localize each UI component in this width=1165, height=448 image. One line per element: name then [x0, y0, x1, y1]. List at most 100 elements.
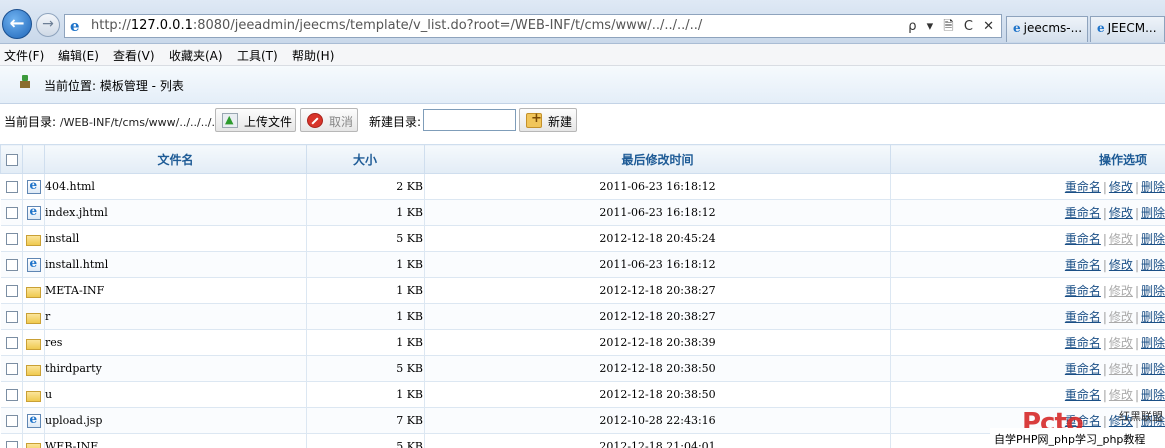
menu-edit[interactable]: 编辑(E): [58, 47, 99, 64]
row-checkbox[interactable]: [5, 415, 18, 427]
row-actions: 重命名|修改|删除: [890, 173, 1165, 200]
file-modified: 2012-12-18 20:38:27: [424, 303, 891, 330]
rename-link[interactable]: 重命名: [1065, 388, 1101, 402]
file-name: r: [44, 303, 307, 330]
edit-link[interactable]: 修改: [1109, 310, 1133, 324]
file-icon: [26, 178, 41, 194]
column-header-size[interactable]: 大小: [306, 144, 425, 174]
back-arrow-icon[interactable]: ←: [2, 9, 32, 39]
row-checkbox[interactable]: [5, 181, 18, 193]
cancel-button[interactable]: 取消: [300, 108, 358, 132]
row-icon-cell: [22, 329, 45, 356]
folder-icon: [26, 234, 41, 246]
rename-link[interactable]: 重命名: [1065, 180, 1101, 194]
column-header-modified[interactable]: 最后修改时间: [424, 144, 891, 174]
row-icon-cell: [22, 277, 45, 304]
menu-view[interactable]: 查看(V): [113, 47, 155, 64]
table-row[interactable]: index.jhtml1 KB2011-06-23 16:18:12重命名|修改…: [0, 199, 1165, 226]
row-checkbox[interactable]: [5, 285, 18, 297]
delete-link[interactable]: 删除: [1141, 180, 1165, 194]
rename-link[interactable]: 重命名: [1065, 336, 1101, 350]
edit-link[interactable]: 修改: [1109, 284, 1133, 298]
table-row[interactable]: r1 KB 2012-12-18 20:38:27 重命名 | 修改 | 删除: [0, 303, 1165, 330]
file-modified: 2012-12-18 21:04:01: [424, 433, 891, 448]
file-modified: 2011-06-23 16:18:12: [424, 199, 891, 226]
menu-file[interactable]: 文件(F): [4, 47, 44, 64]
ie-tab-icon: e: [1097, 21, 1105, 35]
delete-link[interactable]: 删除: [1141, 284, 1165, 298]
rename-link[interactable]: 重命名: [1065, 206, 1101, 220]
browser-tab-jeecm[interactable]: e JEECM...: [1090, 16, 1165, 42]
file-modified: 2012-12-18 20:38:50: [424, 381, 891, 408]
row-checkbox[interactable]: [5, 259, 18, 271]
rename-link[interactable]: 重命名: [1065, 258, 1101, 272]
browser-tab-jeecms[interactable]: e jeecms-...: [1006, 16, 1088, 42]
delete-link[interactable]: 删除: [1141, 336, 1165, 350]
edit-link[interactable]: 修改: [1109, 362, 1133, 376]
menu-tools[interactable]: 工具(T): [237, 47, 278, 64]
menu-favorites[interactable]: 收藏夹(A): [169, 47, 223, 64]
current-dir-path: /WEB-INF/t/cms/www/../../../../: [59, 116, 223, 129]
row-checkbox[interactable]: [5, 363, 18, 375]
current-dir-label: 当前目录:: [4, 115, 57, 129]
select-all-checkbox[interactable]: [5, 153, 18, 166]
rename-link[interactable]: 重命名: [1065, 362, 1101, 376]
separator: |: [1134, 258, 1139, 272]
row-icon-cell: [22, 173, 45, 200]
rename-link[interactable]: 重命名: [1065, 310, 1101, 324]
column-header-name[interactable]: 文件名: [44, 144, 307, 174]
new-button[interactable]: 新建: [519, 108, 577, 132]
icon-column-header: [22, 144, 45, 174]
file-name: WEB-INF: [44, 433, 307, 448]
watermark-tag: 红黑联盟: [1119, 410, 1163, 423]
newdir-input[interactable]: [423, 109, 516, 131]
edit-link[interactable]: 修改: [1109, 336, 1133, 350]
file-name: META-INF: [44, 277, 307, 304]
table-body: 404.html2 KB2011-06-23 16:18:12重命名|修改|删除…: [0, 173, 1165, 448]
file-name: install.html: [44, 251, 307, 278]
cancel-icon: [307, 113, 323, 128]
row-checkbox[interactable]: [5, 441, 18, 448]
rename-link[interactable]: 重命名: [1065, 284, 1101, 298]
delete-link[interactable]: 删除: [1141, 362, 1165, 376]
edit-link[interactable]: 修改: [1109, 180, 1133, 194]
edit-link[interactable]: 修改: [1109, 232, 1133, 246]
table-row[interactable]: thirdparty 5 KB 2012-12-18 20:38:50 重命名 | 修改 |…: [0, 355, 1165, 382]
row-checkbox-cell: [0, 225, 23, 252]
edit-link[interactable]: 修改: [1109, 206, 1133, 220]
delete-link[interactable]: 删除: [1141, 206, 1165, 220]
table-row[interactable]: res 1 KB 2012-12-18 20:38:39 重命名 | 修改 | 删除: [0, 329, 1165, 356]
table-row[interactable]: install 5 KB 2012-12-18 20:45:24 重命名 | 修改 | 删除: [0, 225, 1165, 252]
menu-help[interactable]: 帮助(H): [292, 47, 334, 64]
delete-link[interactable]: 删除: [1141, 232, 1165, 246]
table-row[interactable]: u1 KB 2012-12-18 20:38:50 重命名 | 修改 | 删除: [0, 381, 1165, 408]
row-checkbox[interactable]: [5, 311, 18, 323]
separator: |: [1134, 336, 1139, 350]
folder-icon: [26, 338, 41, 350]
file-size: 5 KB: [306, 433, 425, 448]
row-checkbox[interactable]: [5, 389, 18, 401]
forward-arrow-icon[interactable]: →: [36, 13, 60, 37]
edit-link[interactable]: 修改: [1109, 258, 1133, 272]
separator: |: [1134, 362, 1139, 376]
file-size: 1 KB: [306, 277, 425, 304]
upload-file-button[interactable]: 上传文件: [215, 108, 296, 132]
row-checkbox[interactable]: [5, 207, 18, 219]
location-bar: 当前位置: 模板管理 - 列表: [0, 66, 1165, 104]
url-input[interactable]: e http://127.0.0.1:8080/jeeadmin/jeecms/…: [64, 14, 1002, 38]
delete-link[interactable]: 删除: [1141, 388, 1165, 402]
delete-link[interactable]: 删除: [1141, 310, 1165, 324]
delete-link[interactable]: 删除: [1141, 258, 1165, 272]
rename-link[interactable]: 重命名: [1065, 232, 1101, 246]
table-row[interactable]: META-INF 1 KB 2012-12-18 20:38:27 重命名 | 修改 | 删除: [0, 277, 1165, 304]
table-row[interactable]: 404.html2 KB2011-06-23 16:18:12重命名|修改|删除: [0, 173, 1165, 200]
separator: |: [1102, 284, 1107, 298]
row-checkbox[interactable]: [5, 337, 18, 349]
separator: |: [1102, 310, 1107, 324]
url-tools-icons[interactable]: ρ ▾ 🗎 C ✕: [908, 17, 997, 39]
file-size: 7 KB: [306, 407, 425, 434]
edit-link[interactable]: 修改: [1109, 388, 1133, 402]
row-checkbox[interactable]: [5, 233, 18, 245]
table-row[interactable]: install.html1 KB2011-06-23 16:18:12重命名|修…: [0, 251, 1165, 278]
menu-bar: 文件(F) 编辑(E) 查看(V) 收藏夹(A) 工具(T) 帮助(H): [0, 44, 1165, 66]
